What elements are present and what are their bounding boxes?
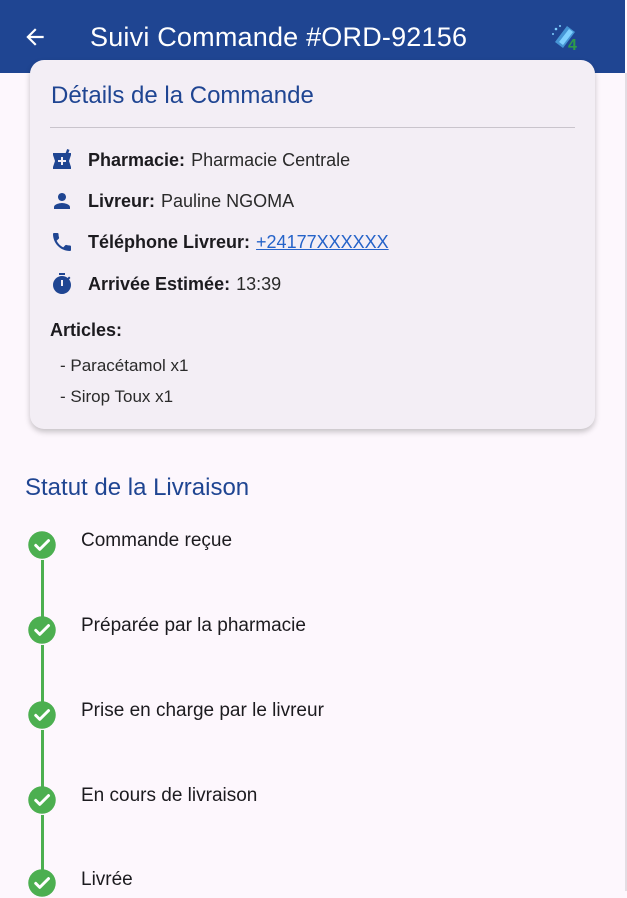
timeline-connector (41, 560, 44, 619)
eta-label: Arrivée Estimée: (88, 273, 231, 294)
articles-label: Articles: (50, 320, 123, 340)
delivery-status-title: Statut de la Livraison (25, 474, 250, 501)
status-step-label: Prise en charge par le livreur (81, 700, 324, 721)
status-step-label: Commande reçue (81, 530, 233, 551)
timeline-connector (41, 815, 44, 874)
phone-label: Téléphone Livreur: (88, 231, 251, 252)
pharmacy-label: Pharmacie: (88, 149, 186, 170)
article-item: - Paracétamol x1 (60, 356, 189, 375)
timeline-connector (41, 645, 44, 704)
pharmacy-icon (53, 149, 71, 169)
phone-row: Téléphone Livreur: +24177XXXXXX (50, 229, 580, 255)
page-title: Suivi Commande #ORD-92156 (90, 22, 468, 52)
arrow-left-icon[interactable] (22, 24, 48, 50)
status-step-label: En cours de livraison (81, 785, 258, 806)
order-details-card: Détails de la Commande Pharmacie: Pharma… (30, 60, 595, 429)
card-title: Détails de la Commande (51, 82, 314, 109)
eta-value: 13:39 (236, 273, 282, 294)
timer-icon (53, 273, 71, 294)
status-step-label: Préparée par la pharmacie (81, 615, 306, 636)
app-logo-icon: 4 (552, 25, 577, 52)
courier-phone-link[interactable]: +24177XXXXXX (256, 232, 389, 253)
check-circle-icon (28, 531, 56, 559)
courier-value: Pauline NGOMA (161, 190, 295, 211)
eta-row: Arrivée Estimée: 13:39 (50, 271, 580, 297)
courier-label: Livreur: (88, 190, 156, 211)
check-circle-icon (28, 869, 56, 897)
timeline-connector (41, 730, 44, 789)
article-item: - Sirop Toux x1 (60, 387, 174, 406)
status-step-label: Livrée (81, 869, 133, 890)
check-circle-icon (28, 616, 56, 644)
check-circle-icon (28, 701, 56, 729)
divider (50, 127, 575, 128)
courier-row: Livreur: Pauline NGOMA (50, 188, 580, 214)
svg-text:4: 4 (568, 37, 577, 52)
check-circle-icon (28, 786, 56, 814)
person-icon (54, 193, 70, 209)
phone-icon (53, 233, 71, 251)
pharmacy-row: Pharmacie: Pharmacie Centrale (50, 147, 580, 173)
pharmacy-value: Pharmacie Centrale (191, 149, 351, 170)
